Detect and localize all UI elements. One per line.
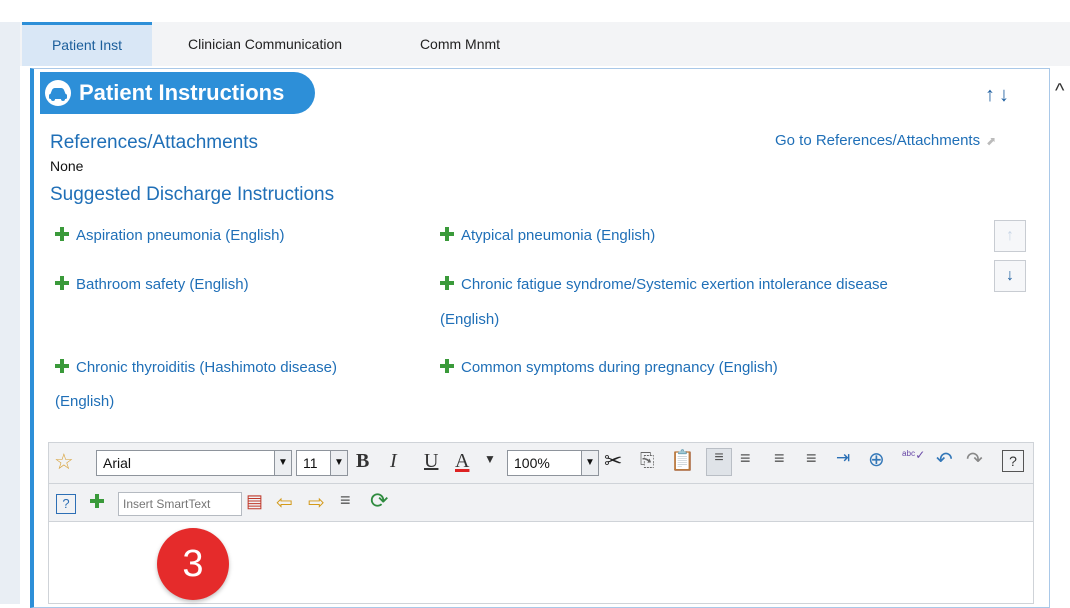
patient-instructions-header: Patient Instructions — [40, 72, 315, 114]
move-down-icon[interactable]: ↓ — [999, 84, 1009, 107]
instruction-label: Atypical pneumonia (English) — [461, 227, 656, 244]
previous-field-icon[interactable]: ⇦ — [276, 490, 293, 515]
add-icon — [440, 227, 454, 241]
font-family-value: Arial — [103, 455, 132, 471]
copy-icon[interactable]: ⎘ — [640, 450, 654, 471]
goto-references-link[interactable]: Go to References/Attachments ⬈ — [775, 132, 996, 149]
instruction-continuation[interactable]: (English) — [55, 386, 114, 418]
underline-button[interactable]: U — [424, 450, 438, 473]
add-icon — [440, 276, 454, 290]
add-icon — [440, 359, 454, 373]
move-up-icon[interactable]: ↑ — [985, 84, 995, 107]
top-cutoff-heading — [0, 0, 1070, 22]
indent-icon[interactable]: ⇥ — [836, 448, 850, 468]
refresh-icon[interactable]: ⟳ — [370, 488, 388, 514]
help-icon[interactable]: ? — [1002, 450, 1024, 472]
car-icon — [45, 80, 71, 106]
chevron-down-icon: ▼ — [274, 451, 291, 475]
spellcheck-icon[interactable]: ᵃᵇᶜ✓ — [902, 448, 925, 462]
suggested-discharge-heading: Suggested Discharge Instructions — [50, 184, 335, 205]
instruction-label: Common symptoms during pregnancy (Englis… — [461, 359, 778, 376]
external-link-icon: ⬈ — [986, 134, 997, 148]
paste-icon[interactable]: 📋 — [670, 448, 695, 473]
tab-clinician-communication[interactable]: Clinician Communication — [160, 22, 370, 66]
references-value: None — [50, 158, 84, 174]
tab-comm-mnmt[interactable]: Comm Mnmt — [400, 22, 520, 66]
collapse-caret-icon[interactable]: ^ — [1055, 80, 1064, 103]
italic-button[interactable]: I — [390, 450, 397, 473]
scroll-down-button[interactable]: ↓ — [994, 260, 1026, 292]
undo-icon[interactable]: ↶ — [936, 447, 953, 472]
discharge-instruction-item[interactable]: Atypical pneumonia (English) — [440, 220, 655, 252]
add-icon — [55, 276, 69, 290]
next-field-icon[interactable]: ⇨ — [308, 490, 325, 515]
tab-bar: Patient Inst Clinician Communication Com… — [20, 22, 1070, 66]
align-right-icon[interactable]: ≡ — [774, 448, 785, 469]
font-color-button[interactable]: A — [455, 450, 469, 473]
zoom-value: 100% — [514, 455, 550, 471]
add-icon — [55, 359, 69, 373]
zoom-select[interactable]: 100% ▼ — [507, 450, 599, 476]
section-move-arrows: ↑ ↓ — [985, 84, 1029, 108]
discharge-instruction-item[interactable]: Bathroom safety (English) — [55, 269, 249, 301]
add-icon — [55, 227, 69, 241]
left-gutter — [0, 22, 20, 604]
instruction-continuation[interactable]: (English) — [440, 304, 499, 336]
instruction-label: Chronic fatigue syndrome/Systemic exerti… — [461, 276, 888, 293]
references-heading: References/Attachments — [50, 132, 259, 153]
goto-references-label: Go to References/Attachments — [775, 132, 981, 149]
discharge-instruction-item[interactable]: Common symptoms during pregnancy (Englis… — [440, 352, 778, 384]
smarttext-input[interactable] — [118, 492, 242, 516]
redo-icon[interactable]: ↷ — [966, 447, 983, 472]
chevron-down-icon: ▼ — [330, 451, 347, 475]
instruction-label: Chronic thyroiditis (Hashimoto disease) — [76, 359, 337, 376]
scroll-up-button[interactable]: ↑ — [994, 220, 1026, 252]
add-smarttext-icon[interactable] — [90, 494, 111, 511]
discharge-instruction-item[interactable]: Chronic thyroiditis (Hashimoto disease) — [55, 352, 337, 384]
cut-icon[interactable]: ✂ — [604, 448, 622, 474]
chevron-down-icon: ▼ — [581, 451, 598, 475]
font-size-select[interactable]: 11 ▼ — [296, 450, 348, 476]
smarttext-help-icon[interactable]: ? — [56, 494, 76, 514]
align-left-icon[interactable]: ≡ — [706, 448, 732, 476]
justify-icon[interactable]: ≡ — [806, 448, 817, 469]
font-family-select[interactable]: Arial ▼ — [96, 450, 292, 476]
favorite-star-icon[interactable]: ☆ — [54, 449, 74, 475]
font-color-dropdown-icon[interactable]: ▼ — [484, 452, 496, 466]
plus-icon — [90, 494, 104, 508]
insert-list-icon[interactable]: ≡ — [340, 490, 351, 511]
align-center-icon[interactable]: ≡ — [740, 448, 751, 469]
zoom-in-icon[interactable]: ⊕ — [868, 447, 885, 472]
smarttext-browse-icon[interactable]: ▤ — [246, 491, 263, 512]
panel-title: Patient Instructions — [79, 80, 285, 105]
bold-button[interactable]: B — [356, 450, 369, 473]
callout-badge: 3 — [157, 528, 229, 600]
instruction-label: Aspiration pneumonia (English) — [76, 227, 285, 244]
tab-patient-inst[interactable]: Patient Inst — [22, 22, 152, 66]
instruction-label: Bathroom safety (English) — [76, 276, 249, 293]
font-size-value: 11 — [303, 455, 318, 471]
discharge-instruction-item[interactable]: Aspiration pneumonia (English) — [55, 220, 284, 252]
discharge-instruction-item[interactable]: Chronic fatigue syndrome/Systemic exerti… — [440, 269, 888, 301]
